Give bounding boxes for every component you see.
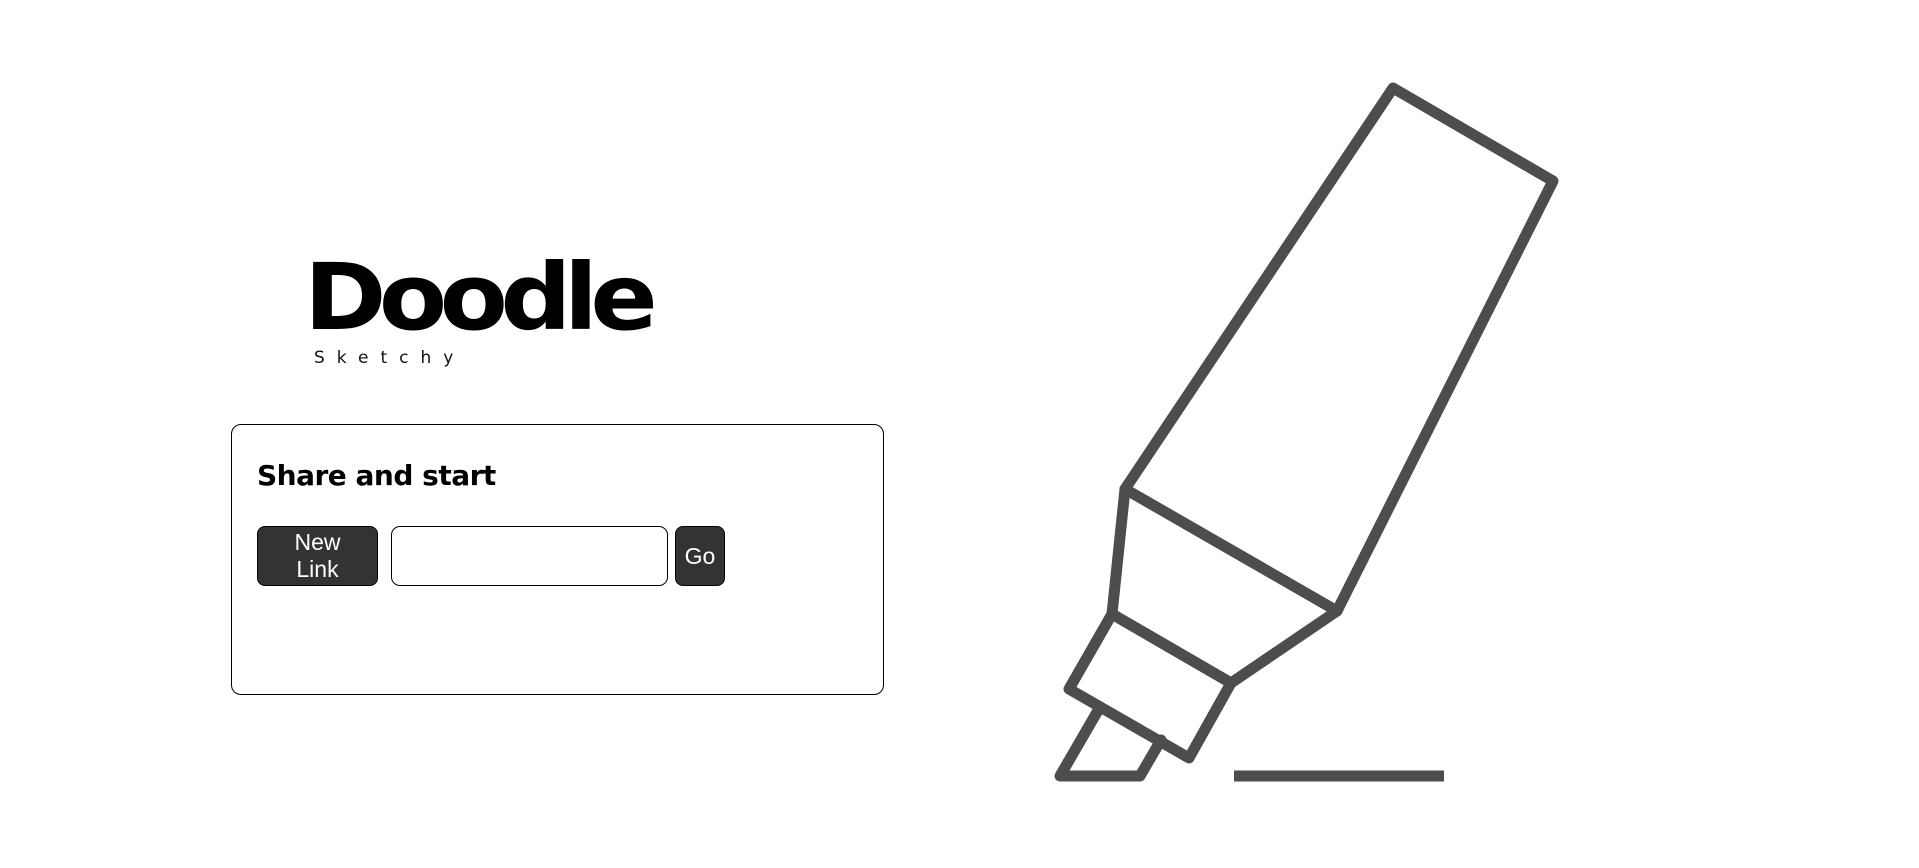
app-logo: Doodle Sketchy <box>304 252 658 369</box>
logo-subtitle: Sketchy <box>314 348 466 368</box>
marker-cap-band <box>1063 608 1237 764</box>
share-card-title: Share and start <box>257 459 496 492</box>
logo-title: Doodle <box>304 244 658 351</box>
go-button[interactable]: Go <box>675 526 725 586</box>
link-input[interactable] <box>391 526 668 586</box>
marker-pen-icon <box>1054 82 1559 782</box>
share-card: Share and start New Link Go <box>231 424 884 695</box>
marker-body <box>1119 82 1559 617</box>
home-page: Doodle Sketchy Share and start New Link … <box>0 0 1919 868</box>
share-controls: New Link Go <box>257 526 725 586</box>
new-link-button[interactable]: New Link <box>257 526 378 586</box>
